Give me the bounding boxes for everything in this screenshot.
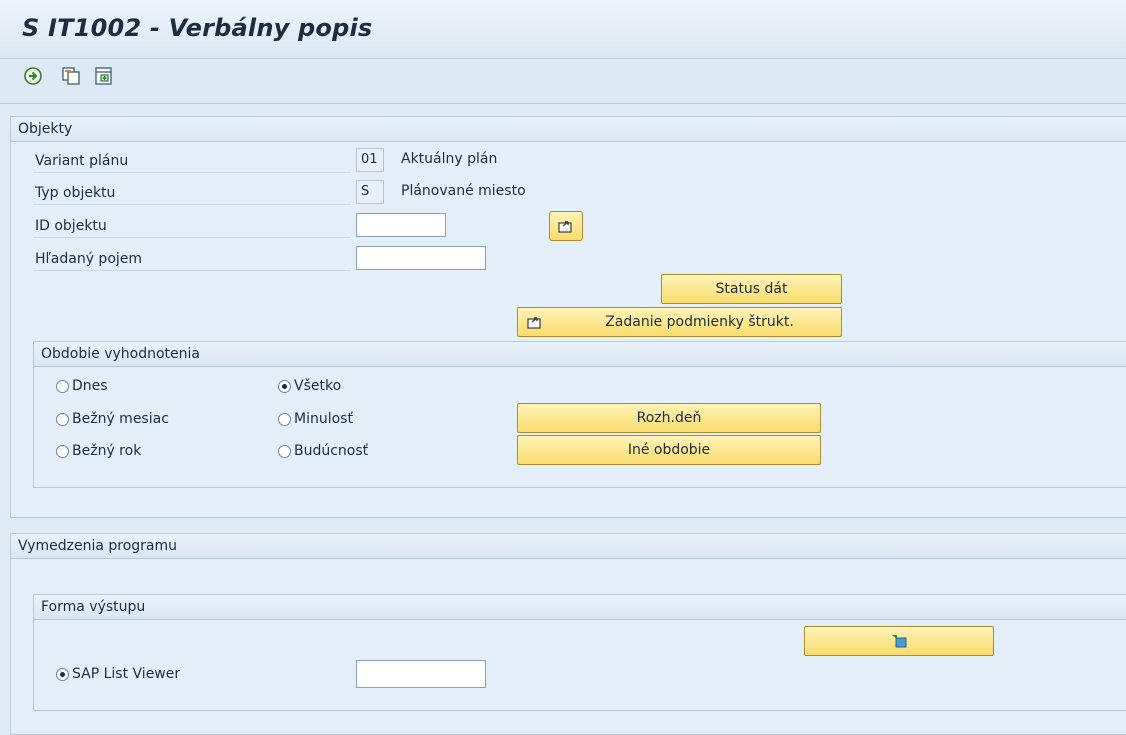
selection-options-icon[interactable] xyxy=(93,66,115,86)
radio-button[interactable] xyxy=(56,444,69,458)
data-status-button[interactable]: Status dát xyxy=(661,274,842,304)
radio-button[interactable] xyxy=(56,379,69,393)
radio-today[interactable]: Dnes xyxy=(56,375,108,397)
arrow-into-box-icon xyxy=(558,221,572,233)
radio-sap-list-viewer[interactable]: SAP List Viewer xyxy=(56,663,180,685)
arrow-into-box-icon xyxy=(527,317,541,329)
sap-list-viewer-label: SAP List Viewer xyxy=(72,666,181,682)
plan-variant-description: Aktuálny plán xyxy=(401,151,498,167)
output-format-title: Forma výstupu xyxy=(34,595,1126,620)
radio-today-label: Dnes xyxy=(72,378,108,394)
radio-button-selected[interactable] xyxy=(56,667,69,681)
key-date-button[interactable]: Rozh.deň xyxy=(517,403,821,433)
program-restrictions-title: Vymedzenia programu xyxy=(11,534,1126,559)
plan-variant-label: Variant plánu xyxy=(33,150,351,173)
radio-current-year-label: Bežný rok xyxy=(72,443,142,459)
radio-button[interactable] xyxy=(278,412,291,426)
radio-past[interactable]: Minulosť xyxy=(278,408,353,430)
radio-all[interactable]: Všetko xyxy=(278,375,341,397)
search-term-label: Hľadaný pojem xyxy=(33,248,351,271)
radio-current-year[interactable]: Bežný rok xyxy=(56,440,141,462)
radio-all-label: Všetko xyxy=(294,378,342,394)
application-toolbar xyxy=(0,59,1126,104)
structure-condition-button[interactable]: Zadanie podmienky štrukt. xyxy=(517,307,842,337)
object-type-field: S xyxy=(356,180,384,204)
evaluation-period-title: Obdobie vyhodnotenia xyxy=(34,342,1126,367)
layout-input[interactable] xyxy=(356,660,486,688)
page-title: S IT1002 - Verbálny popis xyxy=(22,14,373,42)
objects-group-title: Objekty xyxy=(11,117,1126,142)
search-term-input[interactable] xyxy=(356,246,486,270)
other-period-button[interactable]: Iné obdobie xyxy=(517,435,821,465)
execute-icon[interactable] xyxy=(22,66,44,86)
radio-button[interactable] xyxy=(278,444,291,458)
structure-condition-label: Zadanie podmienky štrukt. xyxy=(605,314,794,330)
choose-layout-button[interactable] xyxy=(804,626,994,656)
plan-variant-field: 01 xyxy=(356,148,384,172)
radio-current-month-label: Bežný mesiac xyxy=(72,411,169,427)
copy-variant-icon[interactable] xyxy=(60,66,82,86)
radio-future-label: Budúcnosť xyxy=(294,443,369,459)
object-id-label: ID objektu xyxy=(33,215,351,238)
radio-current-month[interactable]: Bežný mesiac xyxy=(56,408,169,430)
object-id-multiple-selection-button[interactable] xyxy=(549,211,583,241)
object-type-label: Typ objektu xyxy=(33,182,351,205)
object-type-description: Plánované miesto xyxy=(401,183,526,199)
object-id-input[interactable] xyxy=(356,213,446,237)
layout-icon xyxy=(892,635,907,648)
radio-button[interactable] xyxy=(56,412,69,426)
radio-future[interactable]: Budúcnosť xyxy=(278,440,368,462)
radio-button-selected[interactable] xyxy=(278,379,291,393)
radio-past-label: Minulosť xyxy=(294,411,353,427)
